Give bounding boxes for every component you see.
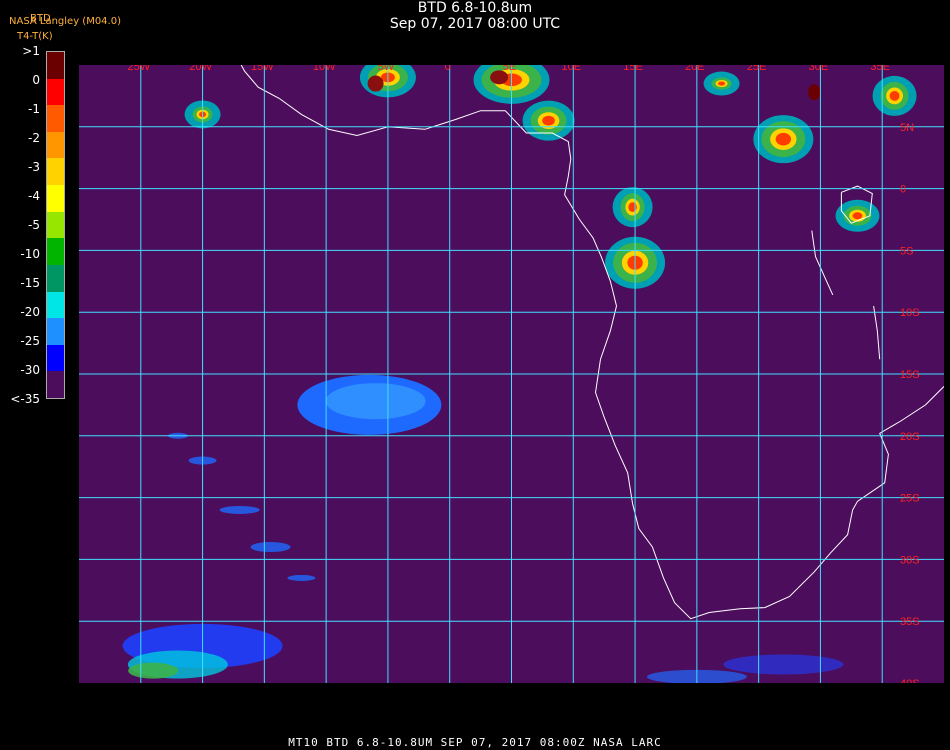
color-scale-label: 0 [32, 73, 40, 87]
convection-red [542, 115, 555, 126]
convection-red [775, 132, 792, 146]
scattered-cloud-streak [250, 542, 291, 553]
color-scale-label: -3 [28, 160, 40, 174]
convection-red [889, 91, 900, 101]
coastline [240, 65, 944, 620]
longitude-label: 25E [747, 65, 767, 73]
color-scale-swatch [47, 291, 64, 319]
color-scale-label: -4 [28, 189, 40, 203]
latitude-label: 15S [900, 369, 920, 381]
color-scale-swatch [47, 158, 64, 186]
atlantic-cloud-inner [325, 383, 426, 420]
longitude-label: 10E [561, 65, 581, 73]
longitude-label: 25W [127, 65, 150, 73]
latitude-label: 0 [900, 184, 906, 196]
color-scale-swatch [47, 238, 64, 266]
color-scale-swatch [47, 131, 64, 159]
longitude-label: 15E [623, 65, 643, 73]
color-scale-label: -10 [20, 247, 40, 261]
latitude-label: 35S [900, 616, 920, 628]
convection-red [852, 212, 863, 220]
image-timestamp: Sep 07, 2017 08:00 UTC [389, 16, 561, 32]
convection-red [718, 81, 726, 86]
color-scale-label: <-35 [10, 392, 40, 406]
southern-east-band-2 [723, 654, 844, 675]
color-scale-label: -15 [20, 276, 40, 290]
longitude-label: 5E [503, 65, 516, 73]
latitude-label: 40S [900, 678, 920, 683]
scattered-cloud-streak [219, 505, 260, 514]
africa-coastline [240, 65, 944, 620]
lake-malawi-outline [873, 305, 881, 360]
color-scale-swatch [47, 371, 64, 399]
longitude-label: 0 [445, 65, 451, 73]
color-scale-label: -2 [28, 131, 40, 145]
color-scale-swatch [47, 264, 64, 292]
color-scale-swatch [47, 344, 64, 372]
color-scale-swatch [47, 318, 64, 346]
convection-core [808, 84, 821, 101]
latitude-label: 10S [900, 307, 920, 319]
southern-cloud-green [128, 662, 179, 679]
units-label: T4-T(K) [17, 31, 53, 42]
color-scale-label: -25 [20, 334, 40, 348]
latitude-label: 5N [900, 122, 914, 134]
color-scale-label: -1 [28, 102, 40, 116]
longitude-label: 30E [809, 65, 829, 73]
color-scale-bar [46, 51, 65, 399]
longitude-label: 10W [313, 65, 336, 73]
scattered-cloud-streak [287, 574, 316, 581]
color-scale-swatch [47, 211, 64, 239]
color-scale-swatch [47, 105, 64, 133]
longitude-label: 20W [189, 65, 212, 73]
color-scale-swatch [47, 52, 64, 79]
latitude-label: 5S [900, 245, 913, 257]
producer-credit: NASA Langley (M04.0) [9, 16, 121, 27]
longitude-label: 15W [251, 65, 274, 73]
color-scale-swatch [47, 185, 64, 213]
satellite-map: 25W 20W 15W 10W 5W 0 5E 10E 15E 20E 25E 30E 35E 5N 0 5S… [79, 65, 944, 683]
lat-lon-grid [79, 65, 944, 683]
color-scale-swatch [47, 78, 64, 106]
longitude-label: 5W [378, 65, 395, 73]
latitude-label: 30S [900, 554, 920, 566]
image-title: BTD 6.8-10.8um [417, 0, 533, 16]
lake-tanganyika-outline [811, 230, 834, 296]
footer-caption: MT10 BTD 6.8-10.8UM SEP 07, 2017 08:00Z … [288, 736, 662, 749]
longitude-label: 20E [685, 65, 705, 73]
latitude-label: 25S [900, 493, 920, 505]
color-scale-label: >1 [22, 44, 40, 58]
longitude-label: 35E [870, 65, 890, 73]
latitude-label: 20S [900, 431, 920, 443]
map-canvas: 25W 20W 15W 10W 5W 0 5E 10E 15E 20E 25E 30E 35E 5N 0 5S… [79, 65, 944, 683]
color-scale-label: -30 [20, 363, 40, 377]
color-scale-label: -20 [20, 305, 40, 319]
color-scale-label: -5 [28, 218, 40, 232]
convection-core [367, 75, 384, 92]
